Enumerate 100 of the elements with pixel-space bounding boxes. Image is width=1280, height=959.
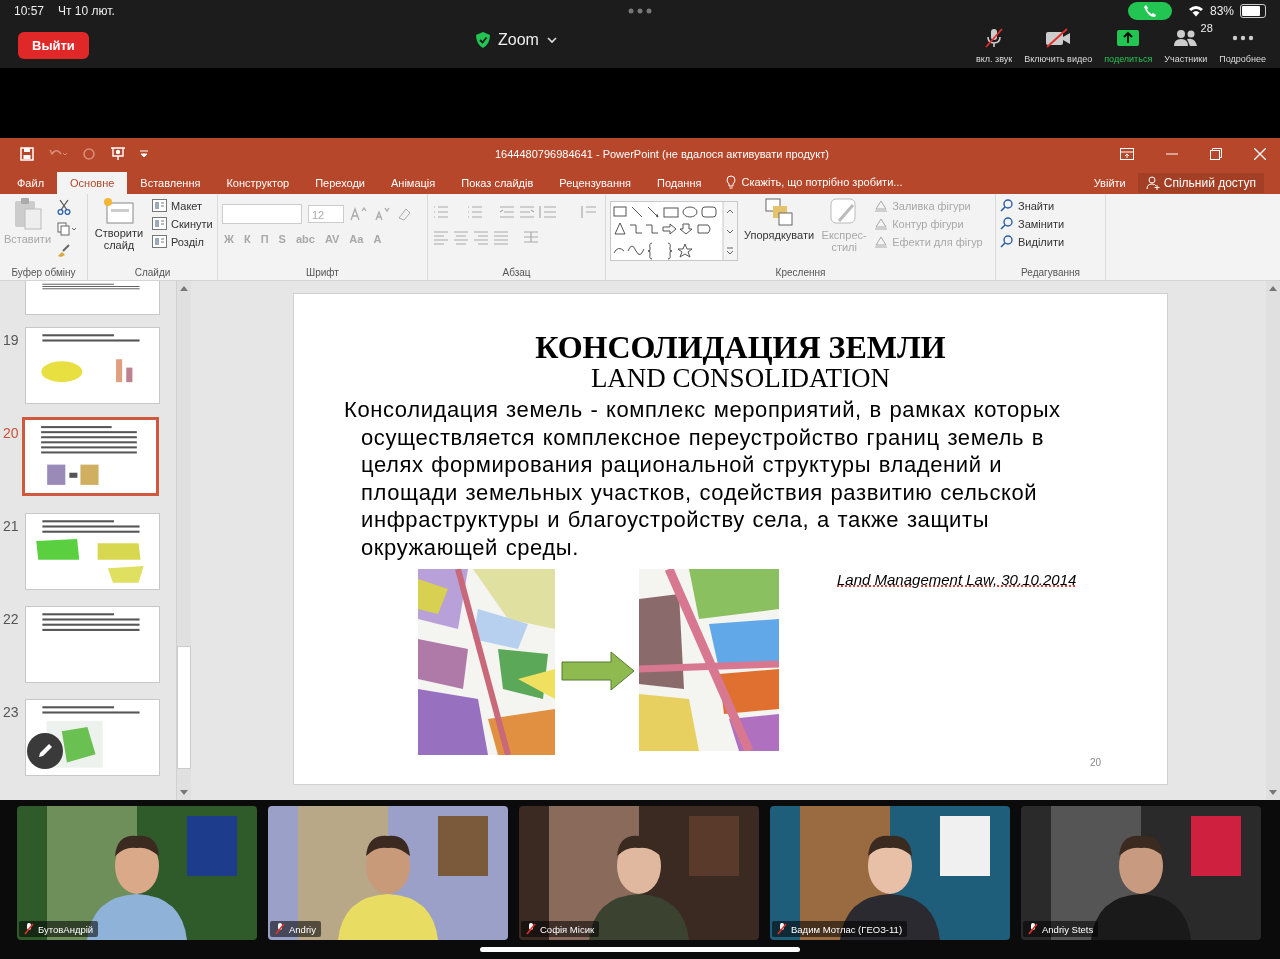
slide-number: 23	[3, 703, 20, 722]
more-icon	[628, 8, 652, 14]
share-screen-icon	[1116, 28, 1141, 48]
call-indicator[interactable]	[1127, 2, 1172, 20]
ribbon-button[interactable]: Макет	[152, 199, 213, 212]
battery-icon	[1240, 4, 1266, 18]
layout-icon	[152, 199, 167, 212]
arrange-button[interactable]: Упорядкувати	[744, 197, 815, 241]
font-name-field[interactable]	[222, 204, 302, 224]
slide-thumbnail[interactable]	[22, 417, 159, 496]
ribbon-tab[interactable]: Рецензування	[546, 177, 645, 194]
ribbon-button[interactable]: Знайти	[1000, 199, 1065, 212]
muted-microphone-icon	[983, 27, 1006, 49]
group-label: Шрифт	[305, 267, 340, 280]
chevron-icon[interactable]	[546, 36, 557, 44]
ribbon-tab[interactable]: Конструктор	[213, 177, 303, 194]
presentation-icon[interactable]	[110, 146, 126, 162]
save-icon[interactable]	[20, 147, 34, 161]
group-label: Креслення	[774, 267, 827, 280]
toolbar-button[interactable]: Включить видео	[1019, 26, 1098, 64]
group-label: Редагування	[1020, 267, 1081, 280]
participant-name-tag: БутовАндрій	[19, 921, 99, 937]
shield-icon	[476, 32, 490, 48]
scrollbar[interactable]	[176, 281, 191, 800]
group-label: Слайди	[133, 267, 172, 280]
window-title: 1644480796984641 - PowerPoint (не вдалося активувати продукт)	[494, 148, 830, 160]
new-slide-icon	[103, 197, 135, 225]
slide-thumbnail[interactable]	[25, 281, 160, 315]
slide-title: КОНСОЛИДАЦИЯ ЗЕМЛИ	[534, 330, 947, 364]
wifi-icon	[1187, 5, 1204, 17]
people-icon	[1172, 28, 1199, 48]
slide-thumbnail[interactable]	[25, 513, 160, 590]
participant-name-tag: Вадим Мотлас (ГЕОЗ-11)	[772, 921, 908, 937]
shape-format-icon	[874, 217, 889, 230]
search-icon	[1000, 199, 1014, 212]
participant-name-tag: Andriy Stets	[1023, 921, 1099, 937]
scroll-down-icon[interactable]	[1269, 790, 1277, 795]
slide-thumbnail[interactable]	[25, 699, 160, 776]
scroll-up-icon[interactable]	[1269, 286, 1277, 291]
customize-icon[interactable]	[140, 150, 148, 158]
add-person-icon	[1145, 176, 1160, 190]
group-label: Абзац	[501, 267, 532, 280]
search-icon	[1000, 235, 1014, 248]
scroll-down-icon[interactable]	[180, 790, 188, 795]
arrow-icon	[561, 651, 635, 691]
scrollbar[interactable]	[1266, 281, 1280, 800]
grow-font-icon[interactable]	[350, 207, 368, 221]
participant-name-tag: Andriy	[270, 921, 321, 937]
shapes-gallery[interactable]	[610, 201, 738, 261]
slide-subtitle: LAND CONSOLIDATION	[590, 364, 892, 392]
ribbon-button[interactable]: Виділити	[1000, 235, 1065, 248]
lightbulb-icon	[726, 175, 737, 189]
arrange-icon	[764, 197, 795, 227]
ribbon-tab[interactable]: Переходи	[302, 177, 378, 194]
restore-icon[interactable]	[1210, 148, 1222, 160]
group-label: Буфер обміну	[10, 267, 77, 280]
layout-icon	[152, 217, 167, 230]
slide-number: 21	[3, 517, 20, 536]
tell-me-field[interactable]: Скажіть, що потрібно зробити...	[741, 176, 903, 188]
toolbar-button[interactable]: Подробнее	[1214, 26, 1271, 64]
ribbon-tab[interactable]: Основне	[57, 172, 128, 194]
battery-percentage: 83%	[1209, 4, 1234, 18]
close-icon[interactable]	[1254, 148, 1266, 160]
citation: Land Management Law, 30.10.2014	[837, 571, 1077, 588]
sign-in-link[interactable]: Увійти	[1081, 177, 1138, 194]
pencil-icon	[36, 742, 54, 760]
ribbon-tab[interactable]: Файл	[4, 177, 58, 194]
scissors-icon[interactable]	[57, 199, 72, 215]
slide-thumbnail[interactable]	[25, 606, 160, 683]
shrink-font-icon[interactable]	[374, 207, 390, 221]
leave-button[interactable]: Выйти	[18, 31, 89, 59]
ribbon-button[interactable]: Замінити	[1000, 217, 1065, 230]
ribbon-tab[interactable]: Показ слайдів	[448, 177, 547, 194]
scroll-up-icon[interactable]	[180, 286, 188, 291]
clock: 10:57	[14, 4, 45, 18]
ribbon-tab[interactable]: Подання	[644, 177, 715, 194]
search-icon	[1000, 217, 1014, 230]
slide-text: Консолидация земель - комплекс мероприятий, в рамках которых осуществляется комплексное переустройство границ земель в целях формирования рациональной структуры владений и площади земельных участков, содействия развитию сельской инфраструктуры и благоустройству села, а также защиты окружающей среды.	[344, 396, 1062, 561]
copy-icon[interactable]	[57, 222, 78, 236]
meeting-title[interactable]: Zoom	[498, 31, 539, 49]
slide-thumbnail[interactable]	[25, 327, 160, 404]
slide-number: 22	[3, 610, 20, 629]
new-slide-button[interactable]: Створити слайд	[92, 197, 146, 251]
ribbon-tab[interactable]: Вставлення	[127, 177, 214, 194]
ribbon-display-icon[interactable]	[1120, 148, 1134, 160]
toolbar-button[interactable]: поделиться	[1099, 26, 1158, 64]
slide-number: 20	[1089, 757, 1101, 768]
video-off-icon	[1045, 28, 1072, 48]
date: Чт 10 лют.	[58, 4, 115, 18]
ribbon-button[interactable]: Скинути	[152, 217, 213, 230]
share-button[interactable]: Спільний доступ	[1137, 173, 1264, 193]
shape-format-icon	[874, 199, 889, 212]
participant-name-tag: Софія Місик	[521, 921, 600, 937]
ribbon-tab[interactable]: Анімація	[378, 177, 449, 194]
scroll-thumb[interactable]	[177, 646, 191, 769]
slide-number: 19	[3, 331, 20, 350]
shape-format-icon	[874, 235, 889, 248]
slide-number: 20	[3, 424, 20, 443]
toolbar-button[interactable]: вкл. звук	[971, 26, 1018, 64]
ribbon-button[interactable]: Розділ	[152, 235, 213, 248]
